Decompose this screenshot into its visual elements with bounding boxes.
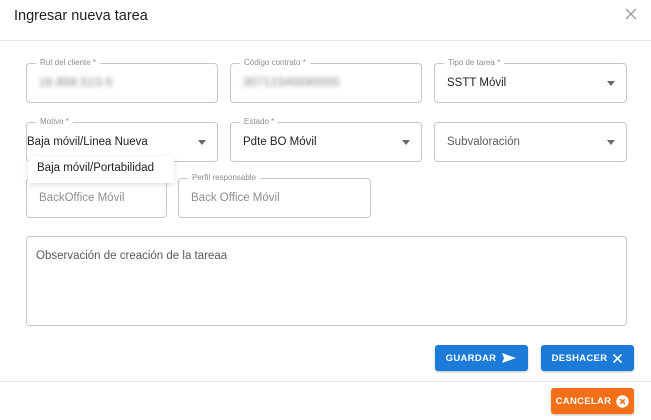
motivo-option[interactable]: Baja móvil/Portabilidad	[37, 162, 154, 174]
backoffice-field[interactable]: BackOffice Móvil	[26, 178, 167, 218]
cancelar-button[interactable]: CANCELAR	[551, 388, 634, 414]
observacion-textarea[interactable]: Observación de creación de la tareaa	[26, 236, 627, 326]
rut-label: Rut del cliente *	[36, 58, 101, 68]
rut-field[interactable]: Rut del cliente * 16.858.513-5	[26, 58, 218, 103]
x-icon	[613, 353, 623, 363]
deshacer-label: DESHACER	[551, 352, 608, 364]
dialog-title: Ingresar nueva tarea	[14, 8, 148, 24]
chevron-down-icon	[402, 140, 410, 145]
motivo-value: Baja móvil/Linea Nueva	[27, 136, 148, 148]
subvaloracion-select[interactable]: Subvaloración	[434, 122, 627, 162]
codigo-contrato-field[interactable]: Código contrato * 30712345690000	[230, 58, 422, 103]
chevron-down-icon	[198, 140, 206, 145]
codigo-contrato-value: 30712345690000	[243, 77, 340, 89]
guardar-label: GUARDAR	[445, 352, 497, 364]
x-circle-icon	[616, 394, 630, 408]
header-divider	[0, 40, 651, 41]
estado-value: Pdte BO Móvil	[243, 136, 317, 148]
estado-label: Estado *	[240, 117, 279, 127]
cancelar-label: CANCELAR	[555, 395, 612, 407]
tipo-tarea-select[interactable]: Tipo de tarea * SSTT Móvil	[434, 58, 627, 103]
subvaloracion-placeholder: Subvaloración	[447, 136, 520, 148]
chevron-down-icon	[607, 140, 615, 145]
rut-value: 16.858.513-5	[39, 77, 113, 89]
chevron-down-icon	[607, 81, 615, 86]
new-task-dialog: Ingresar nueva tarea Rut del cliente * 1…	[0, 0, 651, 420]
perfil-responsable-label: Perfil responsable	[188, 173, 261, 183]
send-icon	[502, 353, 517, 363]
motivo-dropdown-menu: Baja móvil/Portabilidad	[28, 156, 174, 183]
perfil-responsable-value: Back Office Móvil	[191, 192, 280, 204]
perfil-responsable-field[interactable]: Perfil responsable Back Office Móvil	[178, 173, 371, 218]
tipo-tarea-value: SSTT Móvil	[447, 77, 507, 89]
guardar-button[interactable]: GUARDAR	[435, 345, 528, 371]
backoffice-value: BackOffice Móvil	[39, 192, 125, 204]
footer-divider	[0, 381, 651, 382]
tipo-tarea-label: Tipo de tarea *	[444, 58, 505, 68]
motivo-label: Motivo *	[36, 117, 73, 127]
observacion-placeholder: Observación de creación de la tareaa	[36, 250, 228, 262]
estado-select[interactable]: Estado * Pdte BO Móvil	[230, 117, 422, 162]
close-icon[interactable]	[623, 6, 639, 22]
deshacer-button[interactable]: DESHACER	[541, 345, 634, 371]
codigo-contrato-label: Código contrato *	[240, 58, 310, 68]
